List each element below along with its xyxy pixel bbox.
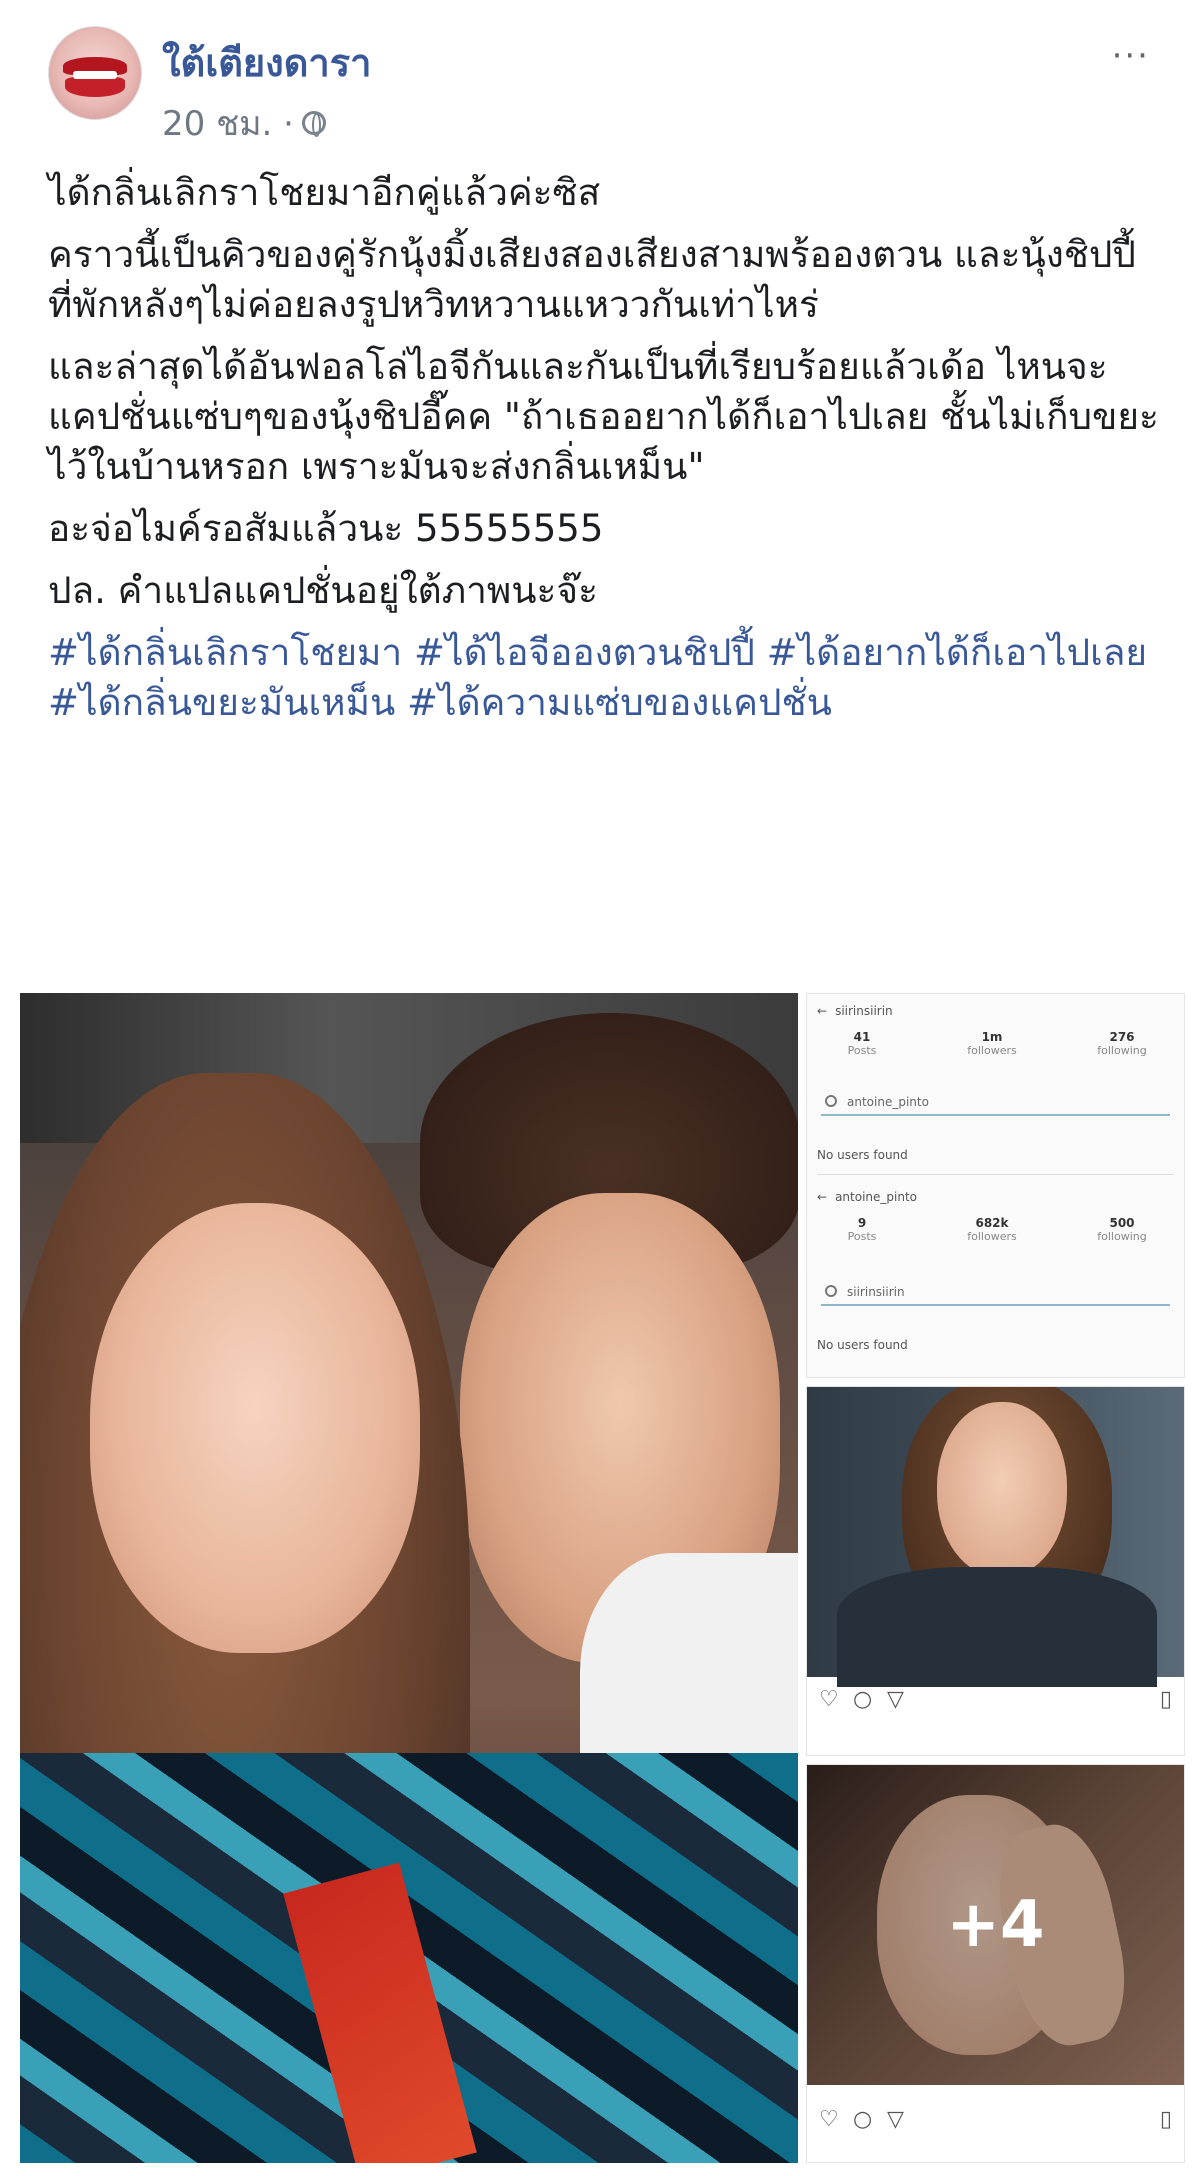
ig-stat: 41 Posts: [847, 1030, 877, 1057]
avatar-teeth-graphic: [73, 71, 117, 79]
comment-icon: ○: [853, 1687, 873, 1712]
post-body: ได้กลิ่นเลิกราโชยมาอีกคู่แล้วค่ะซิส คราว…: [48, 168, 1168, 740]
thumb-instagram-screenshot[interactable]: ← siirinsiirin 41 Posts 1m followers 276 fol…: [806, 993, 1185, 1378]
photo-top: [837, 1567, 1157, 1687]
post-meta: 20 ชม. ·: [162, 96, 326, 150]
page-name-link[interactable]: ใต้เตียงดารา: [162, 32, 371, 93]
ig-action-bar: ♡ ○ ▽ ▯: [819, 2107, 1172, 2137]
photo-gallery: ← siirinsiirin 41 Posts 1m followers 276 fol…: [20, 993, 1185, 2163]
thumb-instagram-photo-2[interactable]: +4 ♡ ○ ▽ ▯: [806, 1764, 1185, 2163]
main-photo-couple-selfie[interactable]: [20, 993, 798, 2163]
page-avatar[interactable]: [48, 26, 142, 120]
photo-woman-face: [90, 1203, 420, 1653]
ig-no-results-2: No users found: [817, 1338, 908, 1352]
bookmark-icon: ▯: [1159, 2107, 1172, 2132]
share-icon: ▽: [887, 1687, 904, 1712]
ig-stat: 1m followers: [967, 1030, 1017, 1057]
more-options-icon[interactable]: ···: [1112, 36, 1150, 76]
ig-stat: 9 Posts: [847, 1216, 877, 1243]
thumb-instagram-photo-1[interactable]: ♡ ○ ▽ ▯: [806, 1386, 1185, 1756]
ig-stat: 500 following: [1097, 1216, 1147, 1243]
bookmark-icon: ▯: [1159, 1687, 1172, 1712]
avatar-lip-graphic-lower: [65, 77, 125, 97]
ig-action-bar: ♡ ○ ▽ ▯: [819, 1687, 1172, 1717]
post-hashtags[interactable]: #ได้กลิ่นเลิกราโชยมา #ได้ไอจีอองตวนชิปปี…: [48, 628, 1168, 728]
more-photos-overlay[interactable]: +4: [807, 1765, 1184, 2085]
heart-icon: ♡: [819, 1687, 839, 1712]
ig-account-2: ← antoine_pinto: [817, 1190, 917, 1204]
post-paragraph: อะจ่อไมค์รอสัมแล้วนะ 55555555: [48, 507, 604, 550]
post-paragraph: ปล. คำแปลแคปชั่นอยู่ใต้ภาพนะจ๊ะ: [48, 569, 598, 612]
post-header: ใต้เตียงดารา 20 ชม. · ···: [44, 22, 1174, 144]
share-icon: ▽: [887, 2107, 904, 2132]
photo-face: [937, 1402, 1067, 1577]
ig-search-field-2: siirinsiirin: [821, 1280, 1170, 1306]
ig-stat: 682k followers: [967, 1216, 1017, 1243]
globe-icon: [301, 111, 326, 137]
ig-divider: [817, 1174, 1174, 1175]
post-paragraph: คราวนี้เป็นคิวของคู่รักนุ้งมิ้งเสียงสองเ…: [48, 233, 1136, 326]
comment-icon: ○: [853, 2107, 873, 2132]
ig-no-results-1: No users found: [817, 1148, 908, 1162]
ig-account-2-name: antoine_pinto: [835, 1190, 917, 1204]
post-paragraph: และล่าสุดได้อันฟอลโล่ไอจีกันและกันเป็นที…: [48, 345, 1159, 488]
post-timestamp[interactable]: 20 ชม. ·: [162, 96, 294, 150]
ig-photo-woman: [807, 1387, 1184, 1687]
ig-account-1-name: siirinsiirin: [835, 1004, 893, 1018]
facebook-post-card: ใต้เตียงดารา 20 ชม. · ··· ได้กลิ่นเลิกรา…: [0, 0, 1200, 2176]
ig-account-1: ← siirinsiirin: [817, 1004, 893, 1018]
heart-icon: ♡: [819, 2107, 839, 2132]
ig-search-field-1: antoine_pinto: [821, 1090, 1170, 1116]
post-paragraph: ได้กลิ่นเลิกราโชยมาอีกคู่แล้วค่ะซิส: [48, 171, 601, 214]
ig-stat: 276 following: [1097, 1030, 1147, 1057]
